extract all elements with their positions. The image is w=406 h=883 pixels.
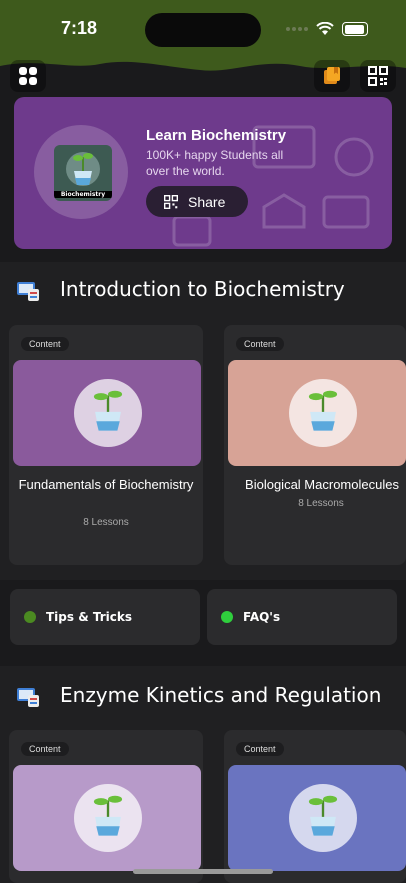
card-lessons: 8 Lessons [298,498,344,509]
menu-grid-button[interactable] [10,60,46,92]
content-badge: Content [236,742,284,756]
wifi-icon [316,22,334,35]
battery-icon [342,22,368,36]
status-time: 7:18 [61,18,98,38]
course-card[interactable]: Content Biological Macromolecules 8 Less… [224,325,406,565]
home-indicator [133,869,273,874]
card-thumbnail [228,765,406,871]
hero-title: Learn Biochemistry [146,127,287,144]
faq-button[interactable]: FAQ's [207,589,397,645]
course-module-icon [17,688,39,707]
plant-flask-icon [93,390,123,431]
qr-code-icon [368,66,388,86]
card-thumbnail [13,765,201,871]
grid-icon [19,67,37,85]
card-lessons: 8 Lessons [83,517,129,528]
course-module-icon [17,282,39,301]
content-badge: Content [21,742,69,756]
plant-flask-icon [66,152,100,186]
course-card[interactable]: Content [9,730,203,883]
hero-subtitle: 100K+ happy Students all over the world. [146,148,284,178]
content-badge: Content [21,337,69,351]
tips-label: Tips & Tricks [46,610,132,624]
faq-label: FAQ's [243,610,281,624]
qr-code-button[interactable] [360,60,396,92]
share-label: Share [188,193,226,210]
course-card[interactable]: Content [224,730,406,883]
bookmark-icon [324,67,340,84]
status-bar: 7:18 [0,0,406,60]
card-thumbnail [228,360,406,466]
tips-and-tricks-button[interactable]: Tips & Tricks [10,589,200,645]
faq-dot-icon [221,611,233,623]
bookmarks-button[interactable] [314,60,350,92]
tips-dot-icon [24,611,36,623]
plant-flask-icon [93,795,123,836]
card-title: Fundamentals of Biochemistry [18,477,194,492]
plant-flask-icon [308,795,338,836]
qr-code-icon [164,194,178,209]
share-button[interactable]: Share [146,186,248,217]
status-icons [286,22,368,36]
section-title: Enzyme Kinetics and Regulation [60,683,382,707]
course-logo: Biochemistry [54,145,112,201]
card-title: Biological Macromolecules [245,477,399,492]
signal-icon [286,27,308,31]
content-badge: Content [236,337,284,351]
hero-banner: Biochemistry Learn Biochemistry 100K+ ha… [14,97,392,249]
course-card[interactable]: Content Fundamentals of Biochemistry 8 L… [9,325,203,565]
card-thumbnail [13,360,201,466]
dynamic-island [145,13,261,47]
section-title: Introduction to Biochemistry [60,277,345,301]
plant-flask-icon [308,390,338,431]
course-logo-label: Biochemistry [54,191,112,198]
